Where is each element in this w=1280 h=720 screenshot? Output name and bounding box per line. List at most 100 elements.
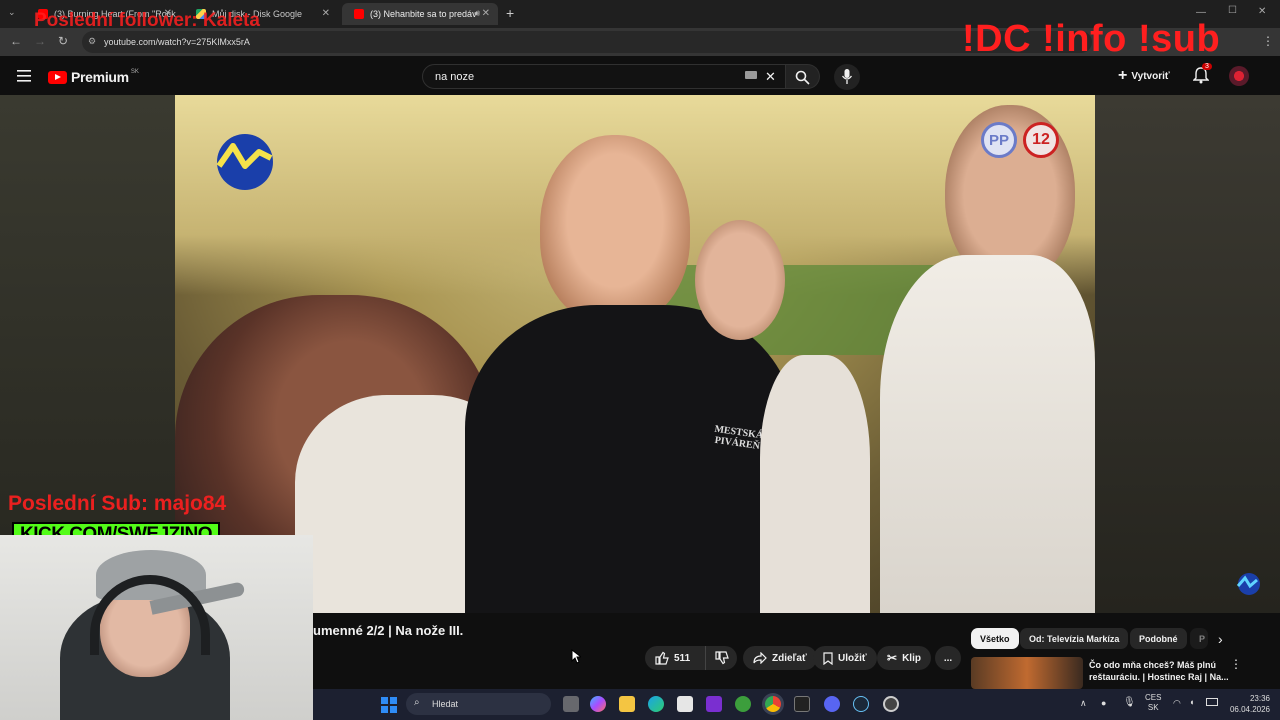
steam-icon[interactable] [853,696,869,712]
browser-menu-icon[interactable]: ⋮ [1262,34,1274,48]
notification-count-badge: 3 [1202,63,1212,70]
file-explorer-icon[interactable] [619,696,635,712]
avatar[interactable] [1229,66,1249,86]
youtube-premium-logo[interactable]: Premium SK [48,69,139,85]
volume-icon[interactable]: ◖ [1189,697,1194,707]
tab-close-icon[interactable]: ✕ [322,8,330,19]
app-icon[interactable] [706,696,722,712]
chef-head [540,135,690,325]
copilot-icon[interactable] [590,696,606,712]
last-sub-overlay: Poslední Sub: majo84 [8,492,227,515]
youtube-favicon-icon [354,9,364,19]
voice-search-button[interactable] [834,64,860,90]
create-button[interactable]: + Vytvoriť [1118,67,1170,85]
search-button[interactable] [786,64,820,89]
plus-icon: + [1118,67,1128,84]
epic-games-icon[interactable] [794,696,810,712]
window-minimize-icon[interactable]: — [1196,7,1206,18]
youtube-header: Premium SK na noze ✕ + Vytvoriť 3 [0,56,1280,96]
video-player[interactable]: MESTSKÁ PIVÁREŇ PP 12 [175,95,1095,613]
save-label: Uložiť [838,652,867,664]
tray-overflow-chevron-icon[interactable]: ∧ [1080,698,1087,709]
keyboard-icon[interactable] [745,71,757,79]
chips-next-chevron-icon[interactable]: › [1218,631,1223,647]
tab-list-chevron-icon[interactable]: ⌄ [8,7,16,18]
young-man-white-shirt [880,255,1095,613]
discord-icon[interactable] [824,696,840,712]
webcam-overlay [0,535,313,720]
markiza-logo-icon [216,134,273,190]
search-icon [795,70,810,85]
microphone-tray-icon[interactable]: 🎙︎ [1123,697,1136,708]
clip-button[interactable]: ✂ Klip [877,646,931,670]
store-icon[interactable] [677,696,693,712]
share-button[interactable]: Zdieľať [743,646,817,670]
recommended-video[interactable]: Čo odo mňa chceš? Máš plnú reštauráciu. … [970,657,1280,689]
recommended-menu-icon[interactable]: ⋮ [1230,657,1242,671]
create-label: Vytvoriť [1131,70,1170,82]
reload-icon[interactable]: ↻ [58,34,68,48]
more-actions-button[interactable]: ... [935,646,961,670]
window-maximize-icon[interactable]: ☐ [1228,5,1237,16]
window-close-icon[interactable]: ✕ [1258,6,1266,17]
xbox-icon[interactable] [735,696,751,712]
taskbar-search-placeholder: Hledat [432,699,459,709]
thumbs-up-icon [655,651,669,665]
taskbar-search-icon: ⌕ [414,697,420,708]
man-with-glasses-head [695,220,785,340]
video-info: umenné 2/2 | Na nože III. 511 Zdieľať Ul… [313,613,968,689]
search-value: na noze [435,70,475,83]
battery-icon[interactable] [1206,698,1218,706]
windows-start-icon[interactable] [381,697,397,713]
thumbs-down-icon [714,651,729,665]
bookmark-icon [823,651,833,665]
commands-overlay: !DC !info !sub [962,18,1221,60]
url-text: youtube.com/watch?v=275KlMxx5rA [104,37,250,47]
mouse-cursor-icon [571,649,581,664]
rating-age-badge: 12 [1023,122,1059,158]
taskbar-search[interactable]: ⌕ Hledat [406,693,551,715]
chip-more[interactable]: P [1190,628,1208,649]
tab-youtube-active[interactable]: (3) Nehanbite sa to predáv 🔊︎ ✕ [342,3,498,25]
notifications-button[interactable]: 3 [1192,63,1212,89]
player-side-right [1095,95,1280,613]
hamburger-menu-icon[interactable] [17,70,31,82]
man-with-glasses-shirt [760,355,870,613]
wifi-icon[interactable]: ◠ [1173,698,1181,709]
site-info-icon[interactable]: ⚙︎ [88,36,96,47]
tab-close-icon[interactable]: ✕ [482,8,490,19]
dislike-button[interactable] [705,646,737,670]
tab-label: (3) Nehanbite sa to predáv [370,9,477,19]
markiza-watermark-icon [1236,573,1260,595]
chip-all[interactable]: Všetko [971,628,1019,649]
rating-pp-badge: PP [981,122,1017,158]
share-arrow-icon [753,652,767,664]
recommended-title[interactable]: Čo odo mňa chceš? Máš plnú reštauráciu. … [1089,659,1239,683]
share-label: Zdieľať [772,652,807,664]
forward-arrow-icon[interactable]: → [34,34,46,48]
more-icon: ... [943,652,953,664]
clear-search-icon[interactable]: ✕ [765,69,776,85]
address-bar[interactable]: ⚙︎ youtube.com/watch?v=275KlMxx5rA [82,31,1092,53]
chip-from-channel[interactable]: Od: Televízia Markíza [1020,628,1129,649]
edge-icon[interactable] [648,696,664,712]
tray-app-icon[interactable]: ● [1101,698,1106,708]
obs-icon[interactable] [883,696,899,712]
back-arrow-icon[interactable]: ← [10,34,22,48]
chip-related[interactable]: Podobné [1130,628,1187,649]
logo-region: SK [130,69,139,75]
audio-playing-icon[interactable]: 🔊︎ [474,8,480,19]
search-input[interactable]: na noze ✕ [422,64,786,89]
language-indicator[interactable]: CES SK [1145,693,1161,713]
microphone-icon [842,69,852,84]
clip-label: Klip [902,652,921,664]
filter-chips: Všetko Od: Televízia Markíza Podobné P › [968,628,1280,650]
clock[interactable]: 23:36 06.04.2026 [1230,693,1270,715]
youtube-play-logo-icon [48,70,67,84]
logo-text: Premium [71,69,129,85]
new-tab-plus-icon[interactable]: + [506,5,514,21]
task-view-icon[interactable] [563,696,579,712]
chrome-icon[interactable] [765,696,781,712]
recommended-thumbnail[interactable] [971,657,1083,689]
save-button[interactable]: Uložiť [813,646,877,670]
